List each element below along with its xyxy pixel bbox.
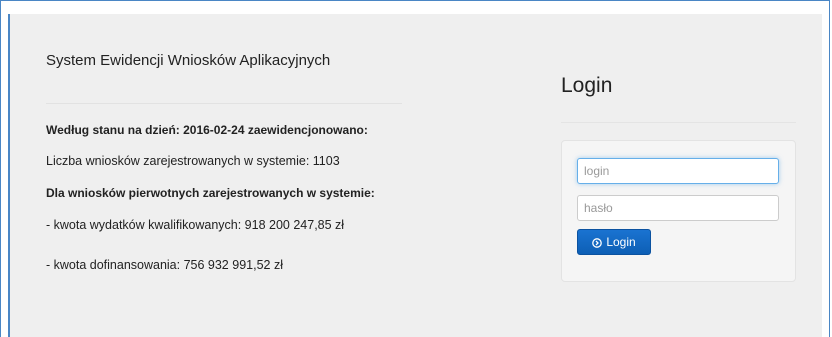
eligible-expenses-amount: - kwota wydatków kwalifikowanych: 918 20… <box>46 218 345 232</box>
applications-count: Liczba wniosków zarejestrowanych w syste… <box>46 154 340 168</box>
funding-amount: - kwota dofinansowania: 756 932 991,52 z… <box>46 258 283 272</box>
login-button[interactable]: Login <box>577 229 651 255</box>
login-input[interactable] <box>577 158 779 184</box>
primary-applications-header: Dla wniosków pierwotnych zarejestrowanyc… <box>46 186 375 200</box>
info-divider <box>46 103 402 104</box>
login-divider <box>561 122 796 123</box>
status-date-line: Według stanu na dzień: 2016-02-24 zaewid… <box>46 123 368 137</box>
login-heading: Login <box>561 74 613 97</box>
circle-arrow-icon <box>592 237 603 248</box>
password-input[interactable] <box>577 195 779 221</box>
login-button-label: Login <box>606 235 636 249</box>
system-title: System Ewidencji Wniosków Aplikacyjnych <box>46 52 331 69</box>
